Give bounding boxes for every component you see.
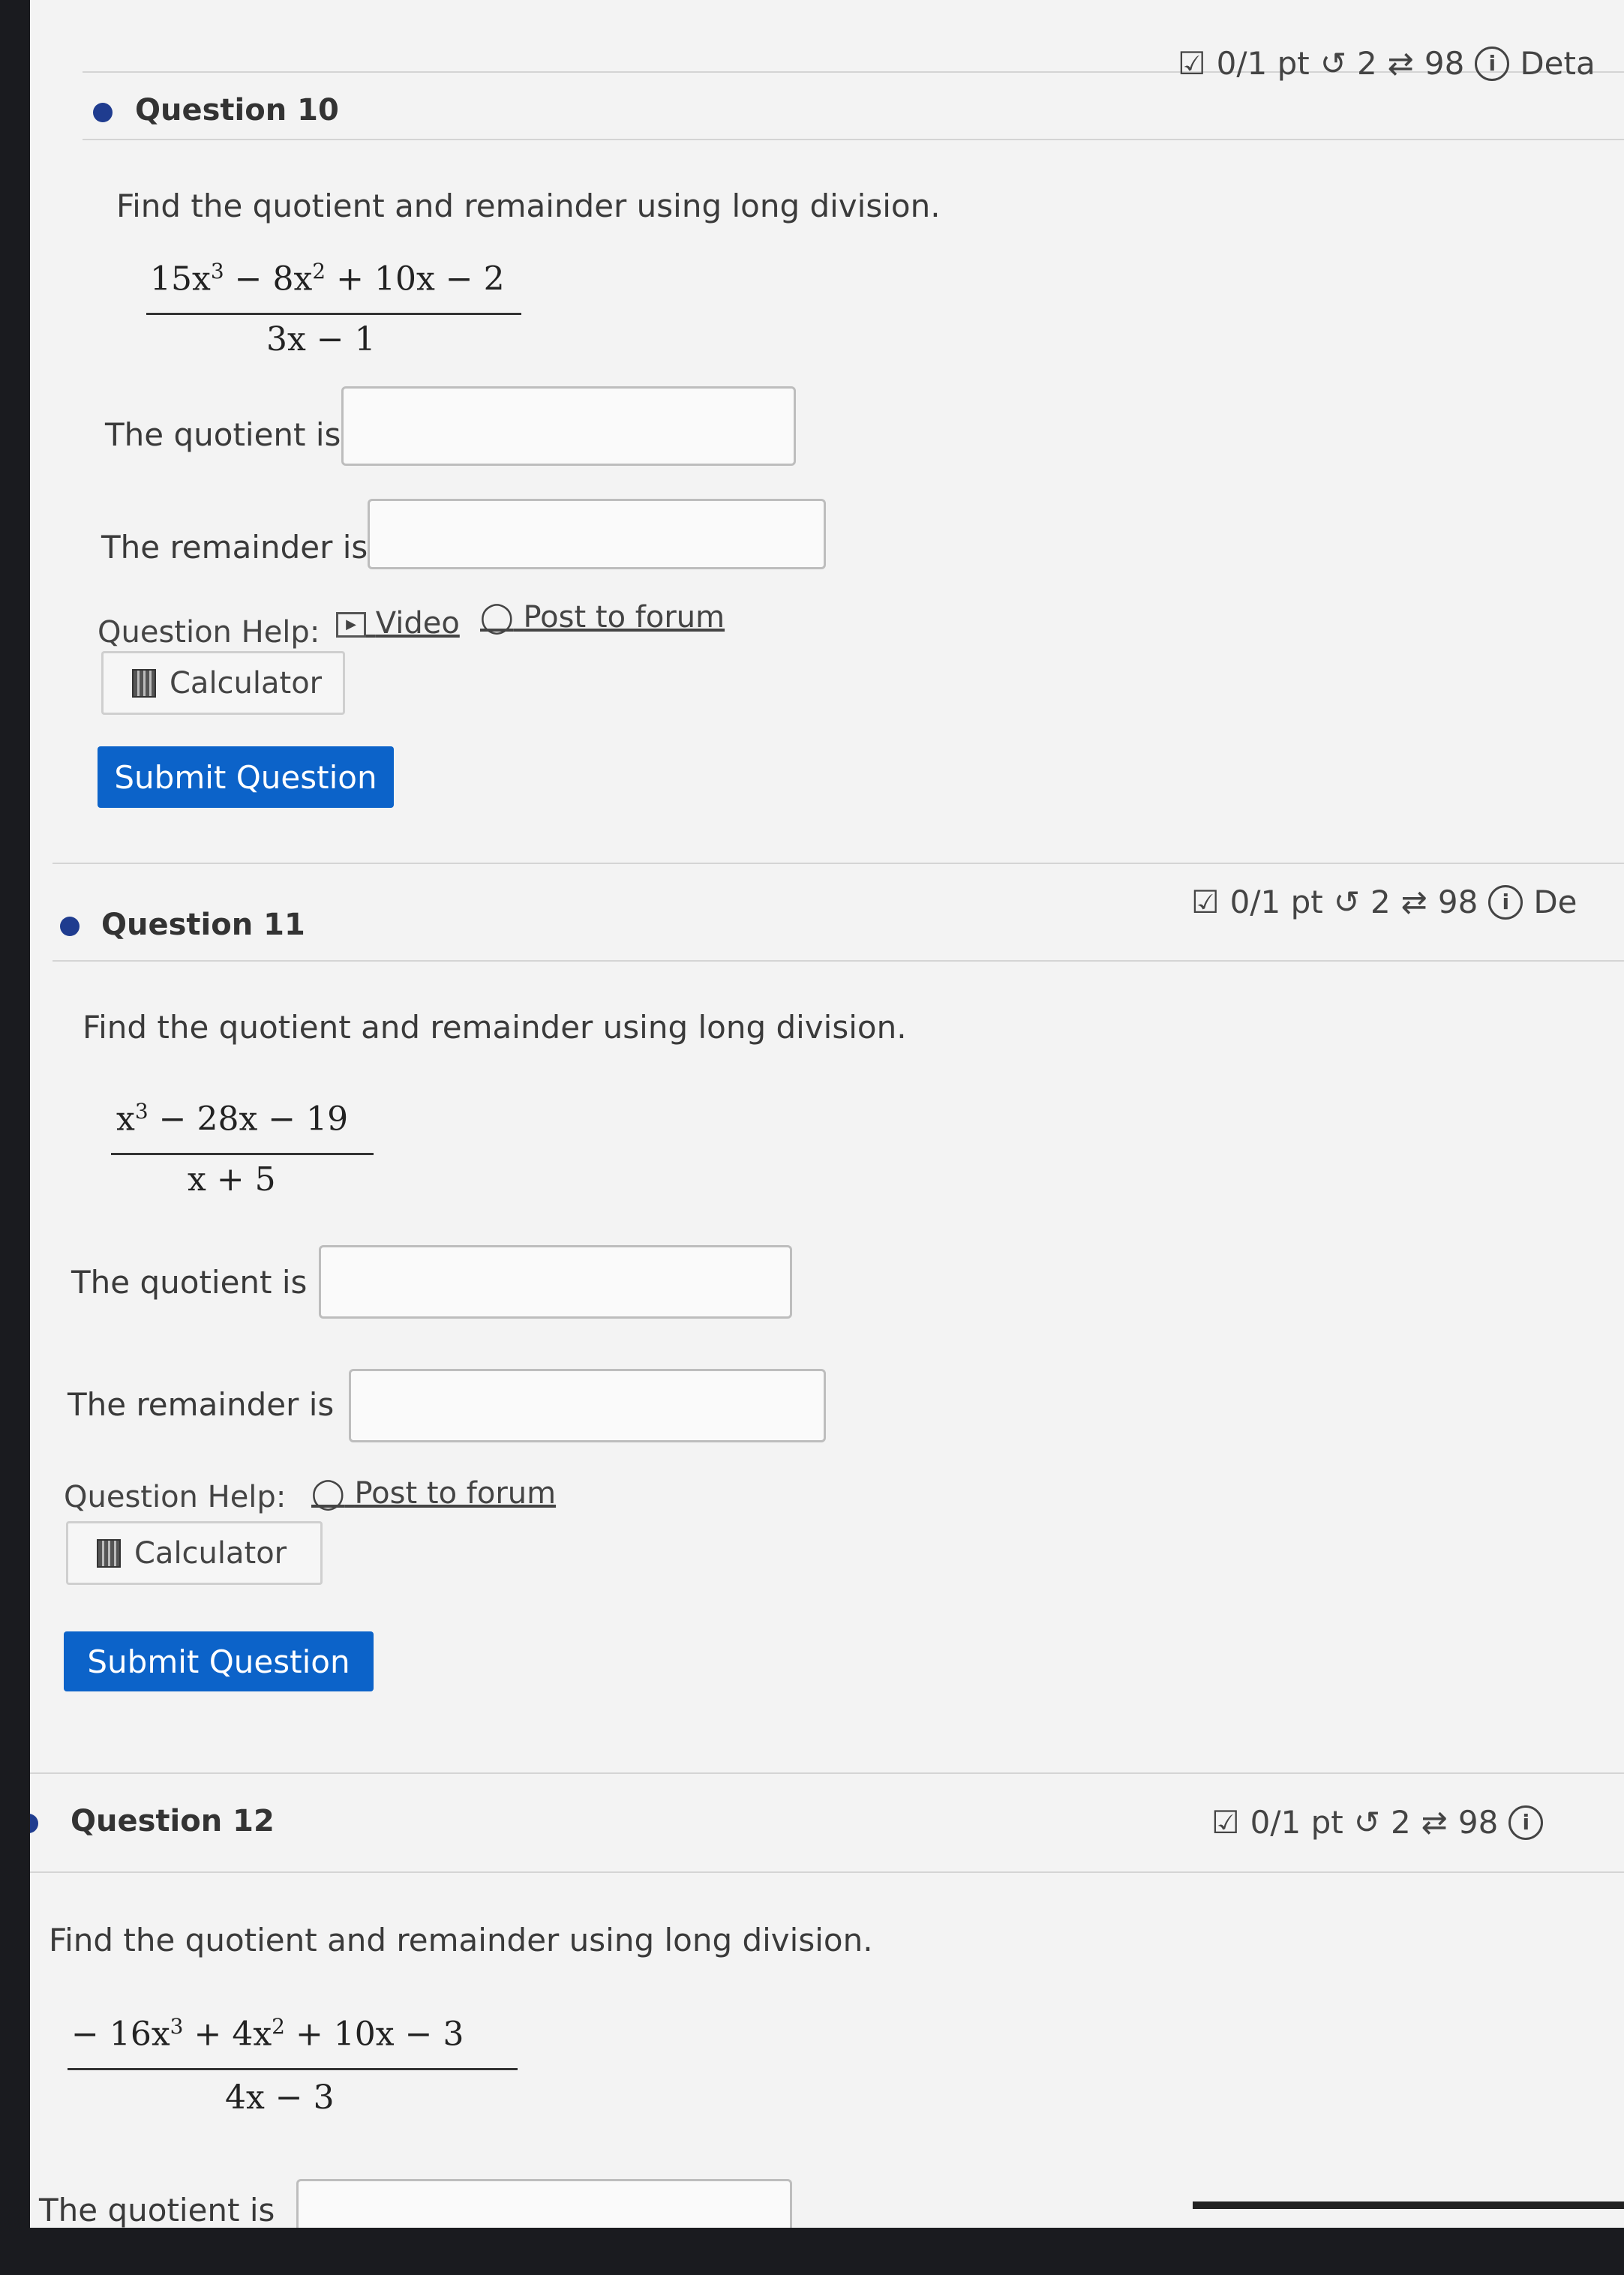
question-10-bullet-icon (93, 103, 113, 122)
question-12-quotient-label: The quotient is (39, 2192, 275, 2228)
info-icon[interactable]: i (1488, 884, 1523, 920)
question-11-remainder-input[interactable] (349, 1369, 826, 1442)
question-11-fraction-bar (111, 1153, 374, 1155)
question-11-details-link[interactable]: De (1533, 884, 1577, 920)
bottom-scroll-bar (1193, 2201, 1624, 2209)
retry-icon: ↺ (1319, 45, 1346, 82)
question-12-score: 0/1 pt (1250, 1804, 1343, 1841)
question-12-meta: ☑ 0/1 pt ↺ 2 ⇄ 98 i (1211, 1804, 1544, 1841)
question-10-score: 0/1 pt (1216, 45, 1310, 82)
question-11-help-label: Question Help: (64, 1480, 287, 1514)
question-10-numerator: 15x3 − 8x2 + 10x − 2 (150, 259, 505, 299)
checkbox-icon: ☑ (1178, 45, 1206, 82)
attempts-icon: ⇄ (1387, 45, 1414, 82)
question-11-calculator-button[interactable]: Calculator (66, 1521, 323, 1585)
comment-icon: ◯ (480, 600, 514, 635)
video-icon: ▶ (336, 612, 366, 638)
question-10-fraction-bar (146, 313, 521, 315)
calculator-icon (132, 668, 156, 698)
info-icon[interactable]: i (1508, 1805, 1544, 1840)
retry-icon: ↺ (1353, 1804, 1380, 1841)
question-10-title: Question 10 (135, 93, 339, 128)
question-10-attempts: 98 (1424, 45, 1465, 82)
question-12-prompt: Find the quotient and remainder using lo… (49, 1922, 873, 1958)
retry-icon: ↺ (1333, 884, 1360, 920)
question-11-title: Question 11 (101, 908, 305, 942)
assignment-page: Question 10 ☑ 0/1 pt ↺ 2 ⇄ 98 i Deta Fin… (30, 0, 1624, 2228)
question-11-prompt: Find the quotient and remainder using lo… (83, 1009, 907, 1046)
question-11-forum-link[interactable]: ◯ Post to forum (311, 1476, 556, 1511)
question-10-help-label: Question Help: (98, 615, 320, 650)
question-11-meta: ☑ 0/1 pt ↺ 2 ⇄ 98 i De (1191, 884, 1577, 920)
question-10-prompt: Find the quotient and remainder using lo… (116, 188, 941, 224)
question-10-details-link[interactable]: Deta (1520, 45, 1595, 82)
question-11-header-divider (53, 960, 1624, 962)
attempts-icon: ⇄ (1400, 884, 1427, 920)
checkbox-icon: ☑ (1211, 1804, 1240, 1841)
attempts-icon: ⇄ (1421, 1804, 1448, 1841)
question-11-numerator: x3 − 28x − 19 (116, 1099, 349, 1139)
info-icon[interactable]: i (1475, 46, 1510, 81)
question-11-submit-button[interactable]: Submit Question (64, 1631, 374, 1691)
calculator-icon (97, 1538, 121, 1568)
question-10-calculator-button[interactable]: Calculator (101, 651, 345, 715)
question-11-denominator: x + 5 (188, 1160, 276, 1199)
question-10-retries: 2 (1356, 45, 1377, 82)
comment-icon: ◯ (311, 1476, 345, 1511)
question-10-quotient-input[interactable] (341, 386, 796, 466)
question-11-bullet-icon (60, 917, 80, 936)
question-10-remainder-label: The remainder is (101, 529, 368, 566)
question-11-quotient-label: The quotient is (71, 1264, 308, 1301)
question-12-numerator: − 16x3 + 4x2 + 10x − 3 (71, 2014, 464, 2054)
question-12-top-divider (30, 1772, 1624, 1774)
question-10-submit-button[interactable]: Submit Question (98, 746, 394, 808)
question-12-bullet-icon (30, 1814, 38, 1833)
question-12-denominator: 4x − 3 (225, 2078, 335, 2117)
question-12-fraction-bar (68, 2068, 518, 2070)
question-10-quotient-label: The quotient is (105, 416, 341, 453)
question-10-meta: ☑ 0/1 pt ↺ 2 ⇄ 98 i Deta (1178, 45, 1595, 82)
question-11-top-divider (53, 863, 1624, 864)
question-12-retries: 2 (1390, 1804, 1411, 1841)
question-10-video-link[interactable]: ▶ Video (336, 606, 460, 641)
question-11-retries: 2 (1370, 884, 1391, 920)
question-12-title: Question 12 (71, 1804, 275, 1838)
question-11-quotient-input[interactable] (319, 1245, 792, 1319)
checkbox-icon: ☑ (1191, 884, 1220, 920)
question-10-remainder-input[interactable] (368, 499, 826, 569)
question-12-attempts: 98 (1457, 1804, 1499, 1841)
question-12-header-divider (30, 1871, 1624, 1873)
question-10-denominator: 3x − 1 (266, 320, 376, 359)
question-12-quotient-input[interactable] (296, 2179, 792, 2228)
question-11-attempts: 98 (1437, 884, 1478, 920)
question-11-remainder-label: The remainder is (68, 1386, 335, 1423)
question-10-forum-link[interactable]: ◯ Post to forum (480, 600, 725, 635)
question-11-score: 0/1 pt (1229, 884, 1323, 920)
question-10-header-divider (83, 139, 1624, 140)
